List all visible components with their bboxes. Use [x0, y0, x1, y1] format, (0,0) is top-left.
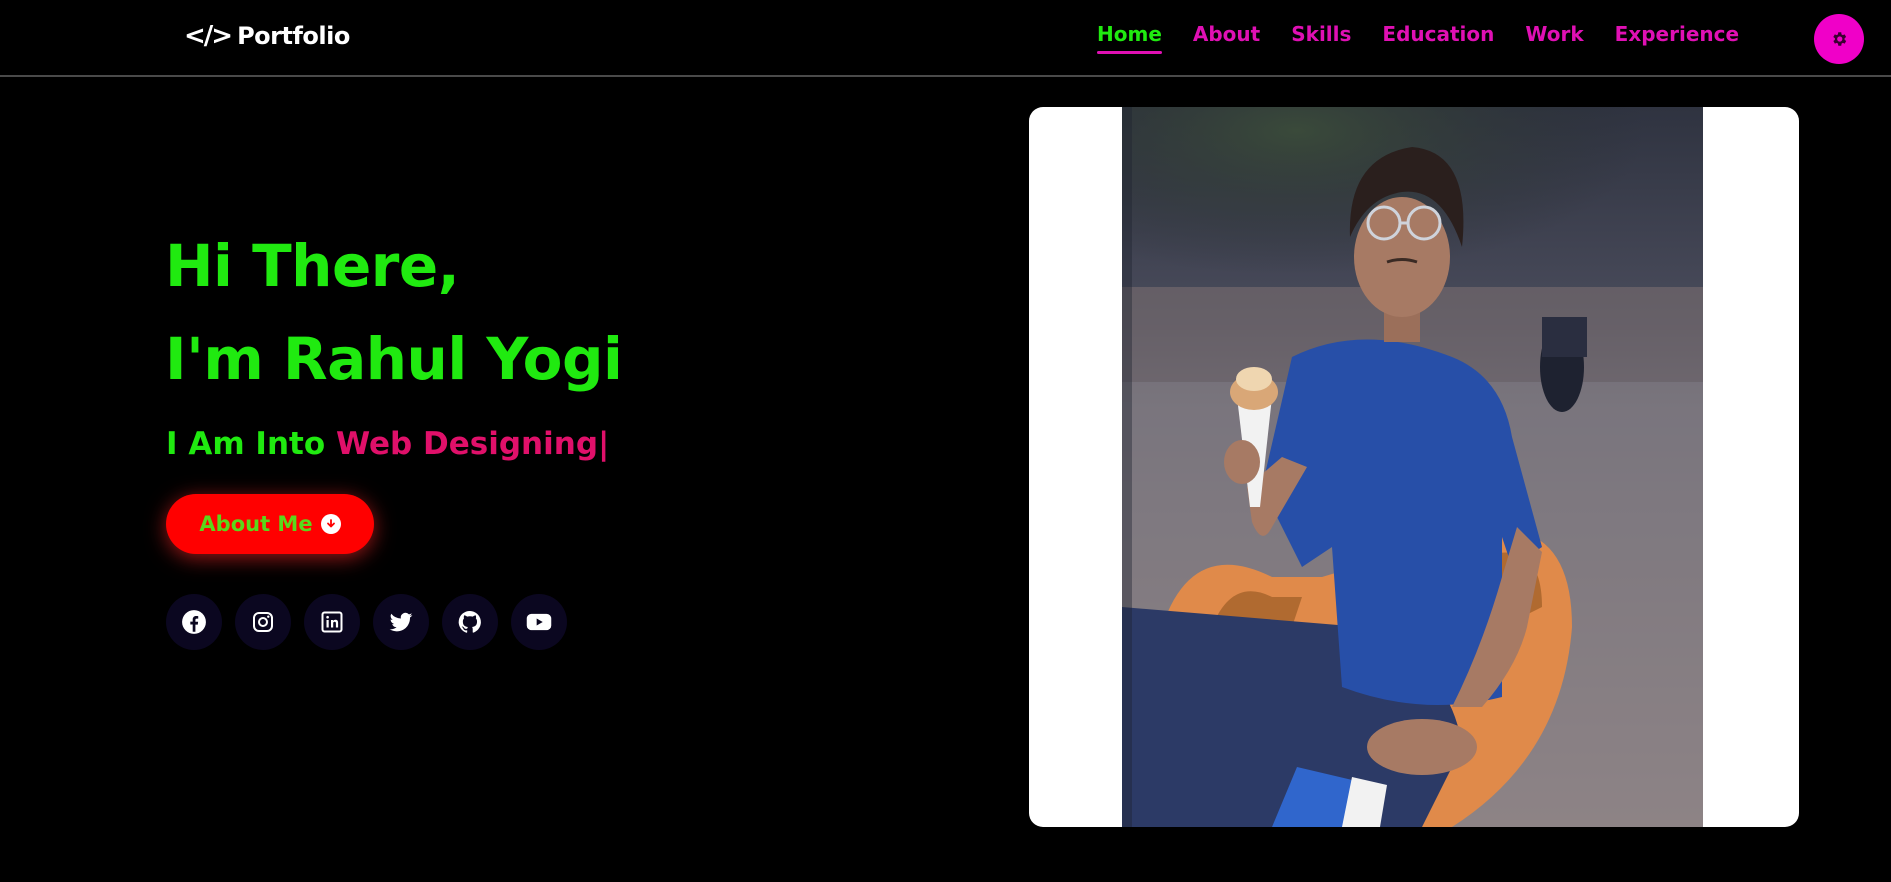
nav-home[interactable]: Home [1097, 22, 1162, 54]
youtube-link[interactable] [511, 594, 567, 650]
main-nav: Home About Skills Education Work Experie… [1097, 22, 1739, 54]
profile-photo [1122, 107, 1703, 827]
code-icon: </> [184, 21, 233, 51]
hero-subtitle: I Am Into Web Designing| [166, 426, 609, 462]
about-me-button[interactable]: About Me [166, 494, 374, 554]
nav-about[interactable]: About [1193, 22, 1260, 54]
github-link[interactable] [442, 594, 498, 650]
subtitle-prefix: I Am Into [166, 426, 336, 462]
logo-text: Portfolio [237, 22, 350, 50]
instagram-link[interactable] [235, 594, 291, 650]
arrow-down-circle-icon [320, 514, 341, 534]
nav-experience[interactable]: Experience [1615, 22, 1739, 54]
linkedin-link[interactable] [304, 594, 360, 650]
facebook-link[interactable] [166, 594, 222, 650]
facebook-icon [182, 610, 206, 634]
header: </> Portfolio Home About Skills Educatio… [0, 0, 1891, 77]
github-icon [458, 610, 481, 633]
youtube-icon [526, 613, 552, 631]
logo[interactable]: </> Portfolio [184, 18, 350, 54]
nav-education[interactable]: Education [1382, 22, 1494, 54]
nav-skills[interactable]: Skills [1291, 22, 1351, 54]
profile-photo-card [1029, 107, 1799, 827]
about-me-label: About Me [199, 512, 313, 536]
social-links [166, 594, 567, 650]
instagram-icon [253, 612, 273, 632]
theme-toggle-button[interactable] [1814, 14, 1864, 64]
subtitle-highlight: Web Designing [335, 426, 599, 462]
twitter-link[interactable] [373, 594, 429, 650]
hero-name: I'm Rahul Yogi [165, 325, 623, 393]
linkedin-icon [321, 611, 343, 633]
gear-icon [1833, 32, 1847, 46]
typing-cursor: | [598, 426, 610, 462]
nav-work[interactable]: Work [1525, 22, 1583, 54]
hero-greeting: Hi There, [165, 232, 460, 300]
twitter-icon [389, 612, 413, 632]
